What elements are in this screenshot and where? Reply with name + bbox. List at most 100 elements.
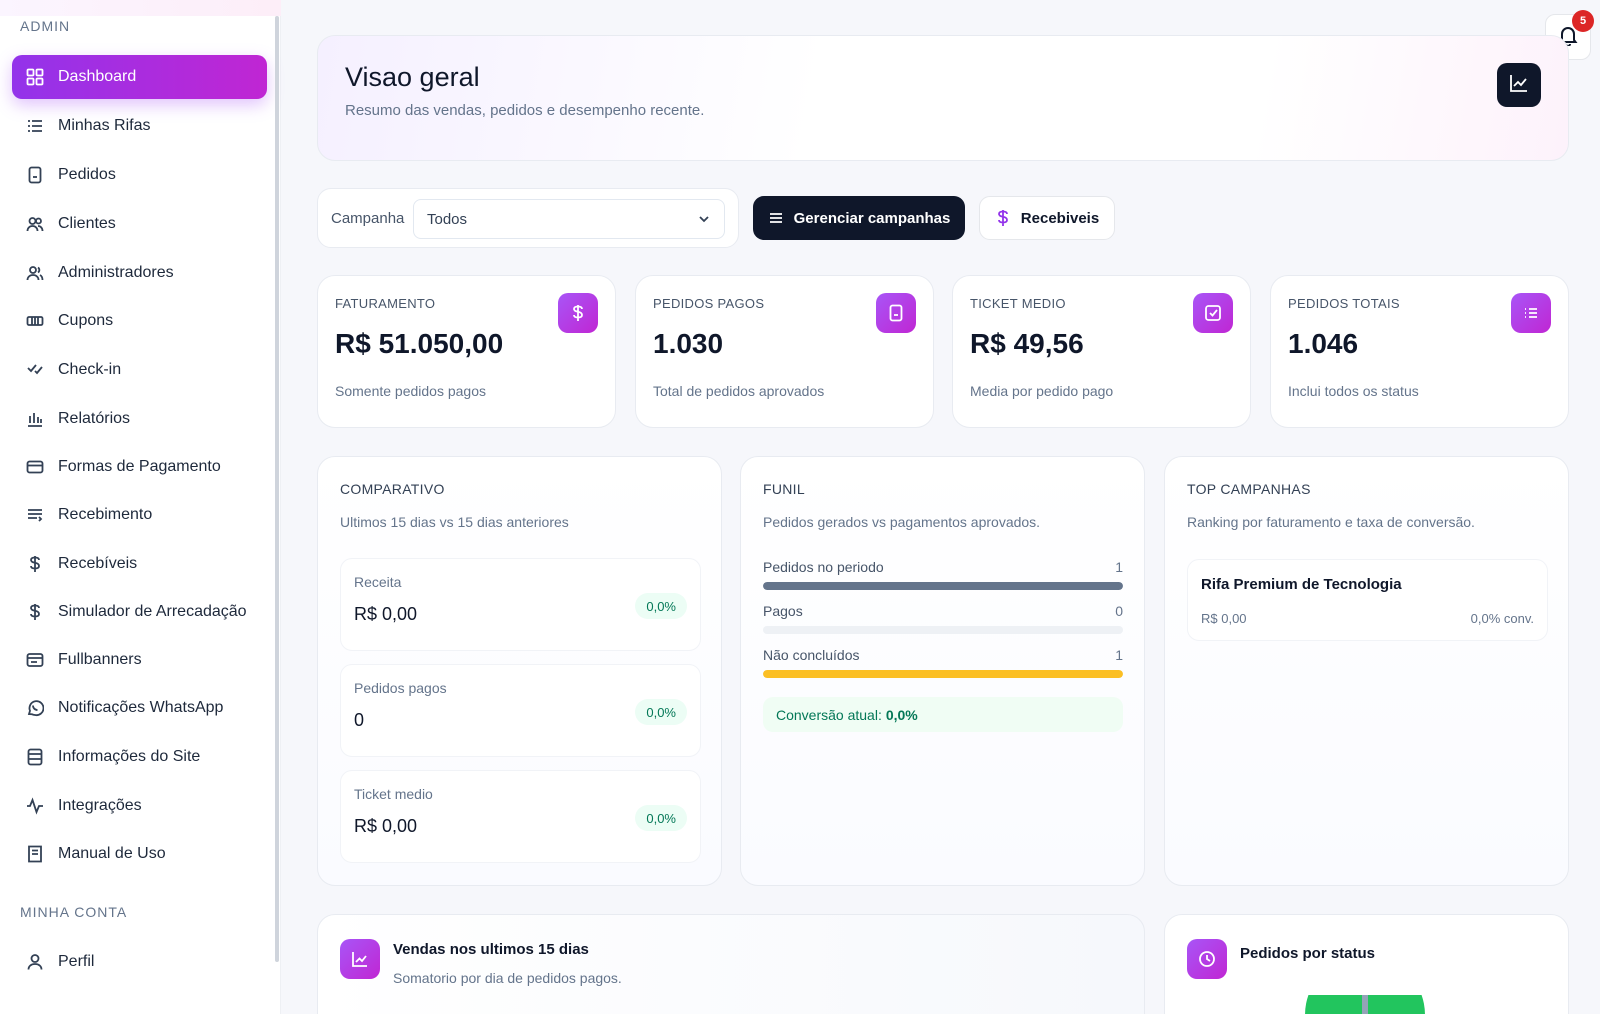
funnel-row-count: 1 xyxy=(1115,647,1123,663)
funnel-bar-fill xyxy=(763,670,1123,678)
overview-header: Visao geral Resumo das vendas, pedidos e… xyxy=(317,35,1569,161)
list-filter-icon xyxy=(25,506,44,525)
page-subtitle: Resumo das vendas, pedidos e desempenho … xyxy=(345,102,705,119)
sidebar-item-label: Integrações xyxy=(58,797,142,814)
line-chart-icon xyxy=(1509,73,1529,98)
card-title: Pedidos por status xyxy=(1240,945,1376,962)
dollar-icon xyxy=(25,555,44,574)
manage-campaigns-button[interactable]: Gerenciar campanhas xyxy=(753,196,965,240)
metric-value: 0 xyxy=(354,710,365,730)
sidebar-item-recebiveis[interactable]: Recebíveis xyxy=(12,542,267,586)
campaign-filter: Campanha Todos xyxy=(317,188,739,248)
funnel-bar-track xyxy=(763,626,1123,634)
analytics-button[interactable] xyxy=(1497,63,1541,107)
kpi-value: 1.030 xyxy=(653,328,724,359)
metric-ticket-medio: Ticket medio R$ 0,00 0,0% xyxy=(340,770,701,863)
panel-subtitle: Ultimos 15 dias vs 15 dias anteriores xyxy=(340,514,569,530)
funnel-bar-track xyxy=(763,670,1123,678)
kpi-value: 1.046 xyxy=(1288,328,1359,359)
document-icon xyxy=(876,293,916,333)
sidebar-item-label: Simulador de Arrecadação xyxy=(58,603,247,620)
manage-campaigns-label: Gerenciar campanhas xyxy=(793,209,951,227)
kpi-label: PEDIDOS PAGOS xyxy=(653,296,765,311)
kpi-subtitle: Media por pedido pago xyxy=(970,383,1114,399)
whatsapp-icon xyxy=(25,699,44,718)
sidebar-item-label: Informações do Site xyxy=(58,748,201,765)
conversion-value: 0,0% xyxy=(885,706,918,723)
users-icon xyxy=(25,215,44,234)
sidebar-item-administradores[interactable]: Administradores xyxy=(12,251,267,295)
kpi-subtitle: Somente pedidos pagos xyxy=(335,383,486,399)
conversion-label: Conversão atual: xyxy=(776,706,882,723)
receivables-button[interactable]: Recebiveis xyxy=(979,196,1115,240)
campaign-filter-label: Campanha xyxy=(331,210,405,227)
line-chart-icon xyxy=(340,939,380,979)
sidebar-item-label: Cupons xyxy=(58,312,114,329)
kpi-label: TICKET MEDIO xyxy=(970,296,1066,311)
sidebar-item-informacoes-do-site[interactable]: Informações do Site xyxy=(12,735,267,779)
panel-title: COMPARATIVO xyxy=(340,481,445,497)
sidebar-item-minhas-rifas[interactable]: Minhas Rifas xyxy=(12,104,267,148)
sidebar-item-simulador-de-arrecadacao[interactable]: Simulador de Arrecadação xyxy=(12,590,267,634)
dollar-icon xyxy=(995,209,1011,227)
archive-icon xyxy=(25,748,44,767)
sidebar-item-relatorios[interactable]: Relatórios xyxy=(12,397,267,441)
sidebar-item-label: Perfil xyxy=(58,953,95,970)
sidebar-item-manual-de-uso[interactable]: Manual de Uso xyxy=(12,832,267,876)
sidebar-item-label: Administradores xyxy=(58,264,174,281)
kpi-subtitle: Inclui todos os status xyxy=(1288,383,1419,399)
sidebar-item-cupons[interactable]: Cupons xyxy=(12,299,267,343)
sidebar-item-label: Dashboard xyxy=(58,68,137,85)
sidebar-top-fade xyxy=(0,0,281,16)
sidebar-item-label: Pedidos xyxy=(58,166,116,183)
sidebar-item-fullbanners[interactable]: Fullbanners xyxy=(12,638,267,682)
check-icon xyxy=(25,361,44,380)
kpi-value: R$ 51.050,00 xyxy=(335,328,504,359)
kpi-card-pedidos-pagos: PEDIDOS PAGOS 1.030 Total de pedidos apr… xyxy=(635,275,934,428)
sidebar-item-label: Check-in xyxy=(58,361,122,378)
sidebar-item-recebimento[interactable]: Recebimento xyxy=(12,493,267,537)
list-icon xyxy=(1511,293,1551,333)
card-title: Vendas nos ultimos 15 dias xyxy=(393,941,589,958)
campaign-select[interactable]: Todos xyxy=(413,199,725,239)
panel-title: TOP CAMPANHAS xyxy=(1187,481,1311,497)
list-icon xyxy=(25,117,44,136)
sidebar-item-label: Recebíveis xyxy=(58,555,138,572)
kpi-value: R$ 49,56 xyxy=(970,328,1084,359)
funnel-row-count: 0 xyxy=(1115,603,1123,619)
funnel-row-label: Pedidos no periodo xyxy=(763,559,884,575)
sidebar-item-dashboard[interactable]: Dashboard xyxy=(12,55,267,99)
sidebar-item-integracoes[interactable]: Integrações xyxy=(12,784,267,828)
sidebar: ADMIN Dashboard Minhas Rifas Pedidos Cli… xyxy=(0,0,281,1014)
sidebar-item-clientes[interactable]: Clientes xyxy=(12,202,267,246)
metric-value: R$ 0,00 xyxy=(354,604,418,624)
funnel-bar-fill xyxy=(763,582,1123,590)
sidebar-item-notificacoes-whatsapp[interactable]: Notificações WhatsApp xyxy=(12,686,267,730)
funnel-bar-track xyxy=(763,582,1123,590)
kpi-card-ticket-medio: TICKET MEDIO R$ 49,56 Media por pedido p… xyxy=(952,275,1251,428)
sidebar-item-label: Fullbanners xyxy=(58,651,142,668)
campaign-select-value: Todos xyxy=(427,210,468,228)
banner-icon xyxy=(25,651,44,670)
sidebar-item-pedidos[interactable]: Pedidos xyxy=(12,153,267,197)
bar-chart-icon xyxy=(25,410,44,429)
credit-card-icon xyxy=(25,458,44,477)
sidebar-item-formas-de-pagamento[interactable]: Formas de Pagamento xyxy=(12,445,267,489)
funil-panel: FUNIL Pedidos gerados vs pagamentos apro… xyxy=(740,456,1145,886)
delta-badge: 0,0% xyxy=(635,805,687,831)
funnel-row-count: 1 xyxy=(1115,559,1123,575)
clock-icon xyxy=(1187,939,1227,979)
sidebar-item-label: Clientes xyxy=(58,215,116,232)
sidebar-item-label: Recebimento xyxy=(58,506,153,523)
kpi-label: PEDIDOS TOTAIS xyxy=(1288,296,1400,311)
activity-icon xyxy=(25,797,44,816)
sidebar-scrollbar[interactable] xyxy=(275,16,279,962)
panel-title: FUNIL xyxy=(763,481,805,497)
dollar-icon xyxy=(25,603,44,622)
metric-pedidos-pagos: Pedidos pagos 0 0,0% xyxy=(340,664,701,757)
campaign-conversion: 0,0% conv. xyxy=(1470,611,1534,626)
panel-subtitle: Ranking por faturamento e taxa de conver… xyxy=(1187,514,1475,530)
sidebar-item-perfil[interactable]: Perfil xyxy=(12,940,267,984)
sidebar-item-check-in[interactable]: Check-in xyxy=(12,348,267,392)
campaign-item[interactable]: Rifa Premium de Tecnologia R$ 0,00 0,0% … xyxy=(1187,559,1548,641)
